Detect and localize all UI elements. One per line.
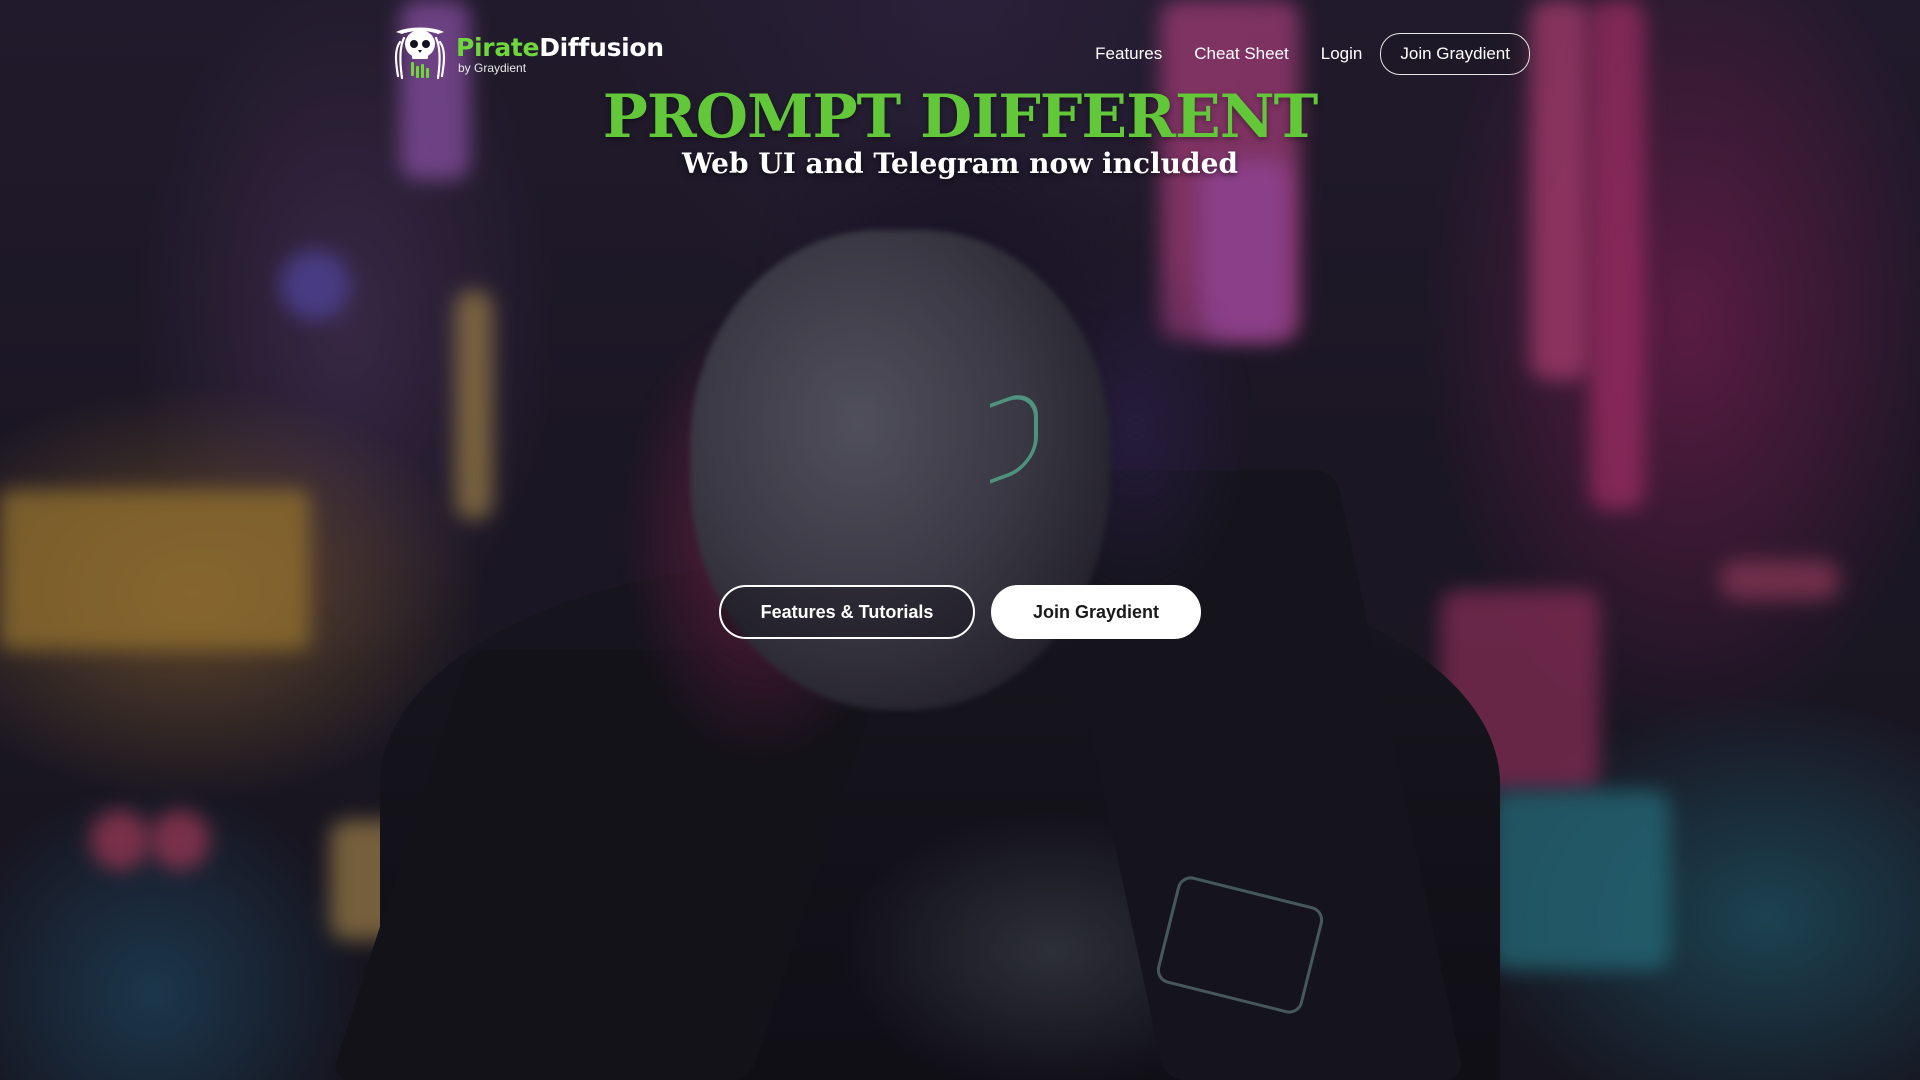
logo-wordmark: PirateDiffusion by Graydient bbox=[456, 35, 664, 74]
hero-title: PROMPT DIFFERENT bbox=[602, 82, 1318, 152]
brand-name-part1: Pirate bbox=[456, 32, 540, 62]
nav-join-button[interactable]: Join Graydient bbox=[1380, 33, 1530, 75]
hero-cta-group: Features & Tutorials Join Graydient bbox=[0, 585, 1920, 639]
brand-byline: by Graydient bbox=[458, 60, 527, 75]
nav-link-cheat-sheet[interactable]: Cheat Sheet bbox=[1194, 44, 1289, 64]
join-graydient-button[interactable]: Join Graydient bbox=[991, 585, 1201, 639]
main-nav: Features Cheat Sheet Login Join Graydien… bbox=[1095, 33, 1530, 75]
brand-name-part2: Diffusion bbox=[539, 32, 664, 62]
pirate-skull-icon bbox=[394, 27, 446, 80]
hero-subtitle: Web UI and Telegram now included bbox=[681, 147, 1239, 180]
features-tutorials-button[interactable]: Features & Tutorials bbox=[719, 585, 975, 639]
nav-link-login[interactable]: Login bbox=[1321, 44, 1363, 64]
site-logo[interactable]: PirateDiffusion by Graydient bbox=[390, 24, 664, 84]
nav-link-features[interactable]: Features bbox=[1095, 44, 1162, 64]
brand-name: PirateDiffusion bbox=[456, 35, 664, 60]
